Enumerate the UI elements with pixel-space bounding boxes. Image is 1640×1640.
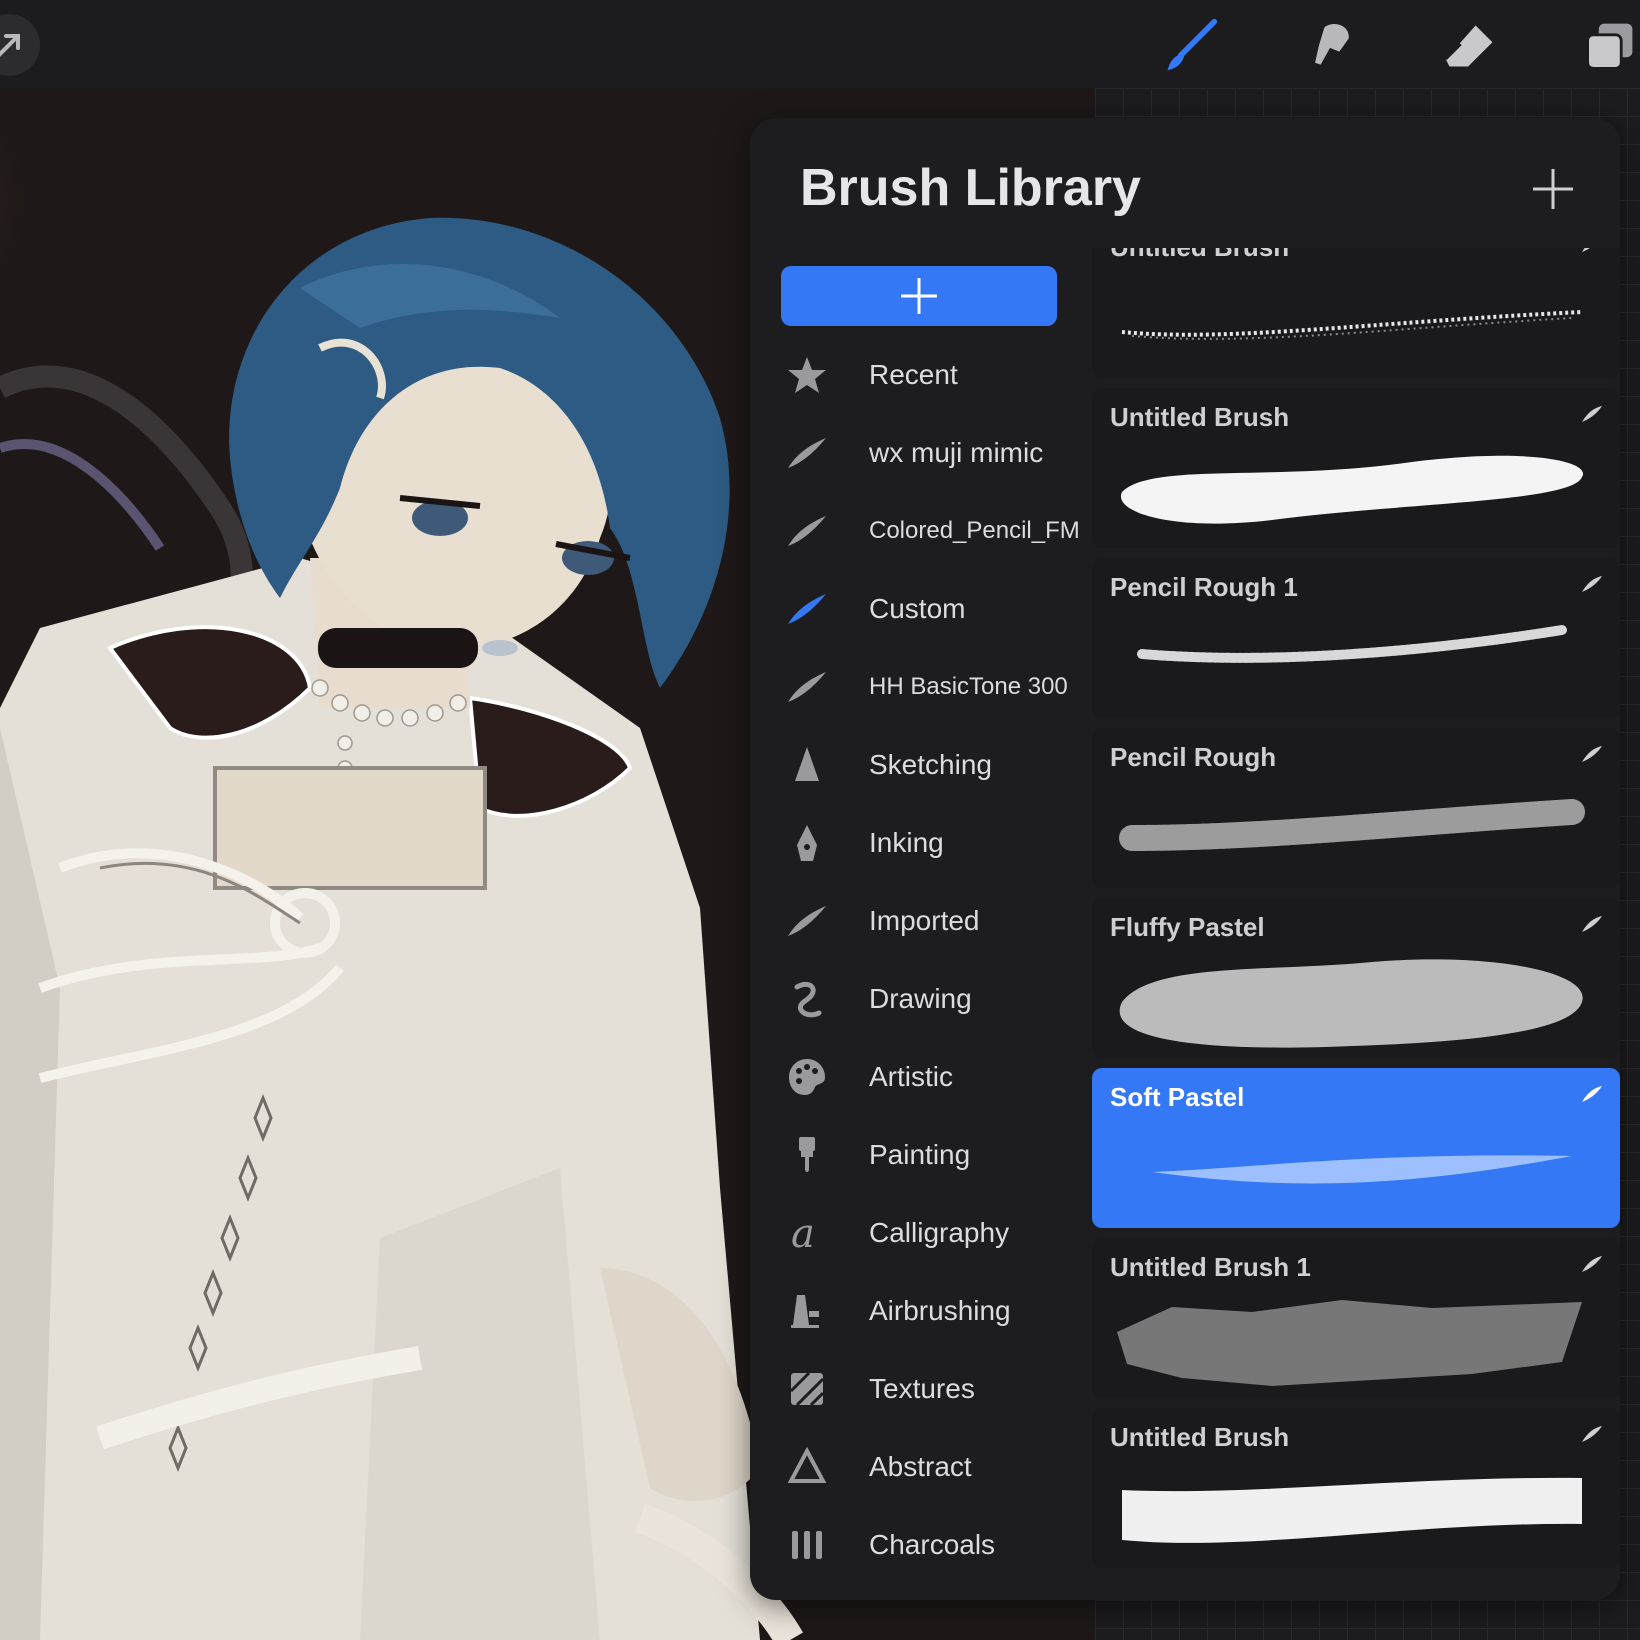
brush-stroke-preview bbox=[1119, 959, 1583, 1048]
brush-item-untitled-brush-1[interactable]: Untitled Brush 1 bbox=[1092, 1238, 1620, 1398]
brush-set-calligraphy[interactable]: a Calligraphy bbox=[750, 1194, 1090, 1272]
layers-tool-button[interactable] bbox=[1582, 18, 1638, 74]
calligraphy-icon: a bbox=[784, 1210, 830, 1256]
brush-name: Pencil Rough 1 bbox=[1110, 572, 1298, 602]
brush-source-icon bbox=[1582, 248, 1590, 252]
brush-item-pencil-rough[interactable]: Pencil Rough bbox=[1092, 728, 1620, 888]
texture-icon bbox=[784, 1366, 830, 1412]
brush-set-hh-basictone-300[interactable]: HH BasicTone 300 bbox=[750, 648, 1090, 726]
brush-set-label: Recent bbox=[869, 359, 958, 390]
charcoal-icon bbox=[784, 1522, 830, 1568]
arrow-icon bbox=[0, 34, 20, 57]
brush-list: Untitled Brush Untitled Brush Pencil Rou… bbox=[1092, 248, 1620, 1600]
brush-source-icon bbox=[1582, 1426, 1602, 1442]
squiggle-icon bbox=[784, 976, 830, 1022]
brush-set-charcoals[interactable]: Charcoals bbox=[750, 1506, 1090, 1584]
brush-set-abstract[interactable]: Abstract bbox=[750, 1428, 1090, 1506]
brush-source-icon bbox=[1582, 1256, 1602, 1272]
panel-title: Brush Library bbox=[800, 159, 1141, 217]
brush-set-painting[interactable]: Painting bbox=[750, 1116, 1090, 1194]
brush-set-artistic[interactable]: Artistic bbox=[750, 1038, 1090, 1116]
new-brush-set-button[interactable] bbox=[781, 266, 1057, 326]
brush-stroke-preview bbox=[1137, 625, 1567, 663]
brush-set-textures[interactable]: Textures bbox=[750, 1350, 1090, 1428]
triangle-icon bbox=[784, 1444, 830, 1490]
pen-nib-icon bbox=[784, 820, 830, 866]
star-icon bbox=[784, 352, 830, 398]
brush-source-icon bbox=[1582, 576, 1602, 592]
brush-name: Untitled Brush bbox=[1110, 248, 1289, 263]
brush-set-label: wx muji mimic bbox=[869, 437, 1044, 468]
add-brush-button[interactable] bbox=[1528, 164, 1578, 214]
smudge-icon bbox=[1315, 23, 1349, 65]
brush-source-icon bbox=[1582, 746, 1602, 762]
brush-item-soft-pastel[interactable]: Soft Pastel bbox=[1092, 1068, 1620, 1228]
eraser-icon bbox=[1444, 25, 1493, 67]
brush-set-label: Calligraphy bbox=[869, 1217, 1010, 1248]
brush-stroke-preview bbox=[1122, 1477, 1582, 1543]
svg-text:a: a bbox=[791, 1213, 815, 1253]
brush-set-label: Artistic bbox=[869, 1061, 953, 1092]
plus-icon bbox=[901, 278, 937, 314]
brush-tool-button[interactable] bbox=[1162, 18, 1218, 74]
brush-stroke-icon bbox=[784, 586, 830, 632]
layers-icon bbox=[1586, 23, 1633, 70]
brush-set-drawing[interactable]: Drawing bbox=[750, 960, 1090, 1038]
brush-set-custom[interactable]: Custom bbox=[750, 570, 1090, 648]
brush-set-imported[interactable]: Imported bbox=[750, 882, 1090, 960]
brush-name: Untitled Brush bbox=[1110, 1422, 1290, 1452]
eraser-tool-button[interactable] bbox=[1442, 18, 1498, 74]
airbrush-icon bbox=[784, 1288, 830, 1334]
brush-set-label: Sketching bbox=[869, 749, 992, 780]
paintbrush-icon bbox=[784, 1132, 830, 1178]
brush-library-panel: Brush Library Recent wx muji mimic Color… bbox=[750, 118, 1620, 1600]
brush-stroke-preview bbox=[1117, 1300, 1582, 1386]
brush-stroke-icon bbox=[784, 430, 830, 476]
brush-stroke-icon bbox=[784, 664, 830, 710]
brush-stroke-preview bbox=[1121, 310, 1583, 340]
brush-item-untitled-brush-3[interactable]: Untitled Brush bbox=[1092, 1408, 1620, 1568]
brush-set-label: HH BasicTone 300 bbox=[869, 673, 1068, 700]
pencil-tip-icon bbox=[784, 742, 830, 788]
brush-stroke-icon bbox=[784, 508, 830, 554]
brush-set-sketching[interactable]: Sketching bbox=[750, 726, 1090, 804]
brush-set-label: Textures bbox=[869, 1373, 975, 1404]
brush-name: Untitled Brush bbox=[1110, 402, 1290, 432]
brush-name: Pencil Rough bbox=[1110, 742, 1277, 772]
brush-set-label: Charcoals bbox=[869, 1529, 996, 1560]
brush-stroke-preview bbox=[1152, 1155, 1572, 1184]
brush-set-label: Inking bbox=[869, 827, 944, 858]
brush-source-icon bbox=[1582, 916, 1602, 932]
brush-name: Fluffy Pastel bbox=[1110, 912, 1265, 942]
brush-stroke-preview bbox=[1119, 799, 1585, 851]
smudge-tool-button[interactable] bbox=[1302, 18, 1358, 74]
brush-name: Untitled Brush 1 bbox=[1110, 1252, 1311, 1282]
brush-stroke-preview bbox=[1120, 455, 1584, 524]
brush-icon bbox=[1167, 18, 1218, 71]
brush-name: Soft Pastel bbox=[1110, 1082, 1245, 1112]
brush-item-untitled-brush-2[interactable]: Untitled Brush bbox=[1092, 388, 1620, 548]
move-tool-button[interactable] bbox=[0, 14, 40, 76]
brush-item-pencil-rough-1[interactable]: Pencil Rough 1 bbox=[1092, 558, 1620, 718]
top-toolbar bbox=[0, 0, 1640, 88]
brush-set-label: Airbrushing bbox=[869, 1295, 1011, 1326]
brush-set-label: Abstract bbox=[869, 1451, 972, 1482]
brush-set-label: Imported bbox=[869, 905, 980, 936]
brush-set-label: Colored_Pencil_FM bbox=[869, 517, 1080, 544]
brush-stroke-icon bbox=[784, 898, 830, 944]
brush-set-airbrushing[interactable]: Airbrushing bbox=[750, 1272, 1090, 1350]
brush-set-colored-pencil-fm[interactable]: Colored_Pencil_FM bbox=[750, 492, 1090, 570]
brush-set-inking[interactable]: Inking bbox=[750, 804, 1090, 882]
brush-item-fluffy-pastel[interactable]: Fluffy Pastel bbox=[1092, 898, 1620, 1058]
palette-icon bbox=[784, 1054, 830, 1100]
brush-set-wx-muji-mimic[interactable]: wx muji mimic bbox=[750, 414, 1090, 492]
brush-set-recent[interactable]: Recent bbox=[750, 336, 1090, 414]
brush-source-icon bbox=[1582, 1086, 1602, 1102]
plus-icon bbox=[1533, 169, 1573, 209]
brush-set-label: Drawing bbox=[869, 983, 972, 1014]
brush-item-untitled-brush[interactable]: Untitled Brush bbox=[1092, 248, 1620, 378]
brush-set-label: Custom bbox=[869, 593, 966, 624]
brush-set-label: Painting bbox=[869, 1139, 971, 1170]
brush-source-icon bbox=[1582, 406, 1602, 422]
